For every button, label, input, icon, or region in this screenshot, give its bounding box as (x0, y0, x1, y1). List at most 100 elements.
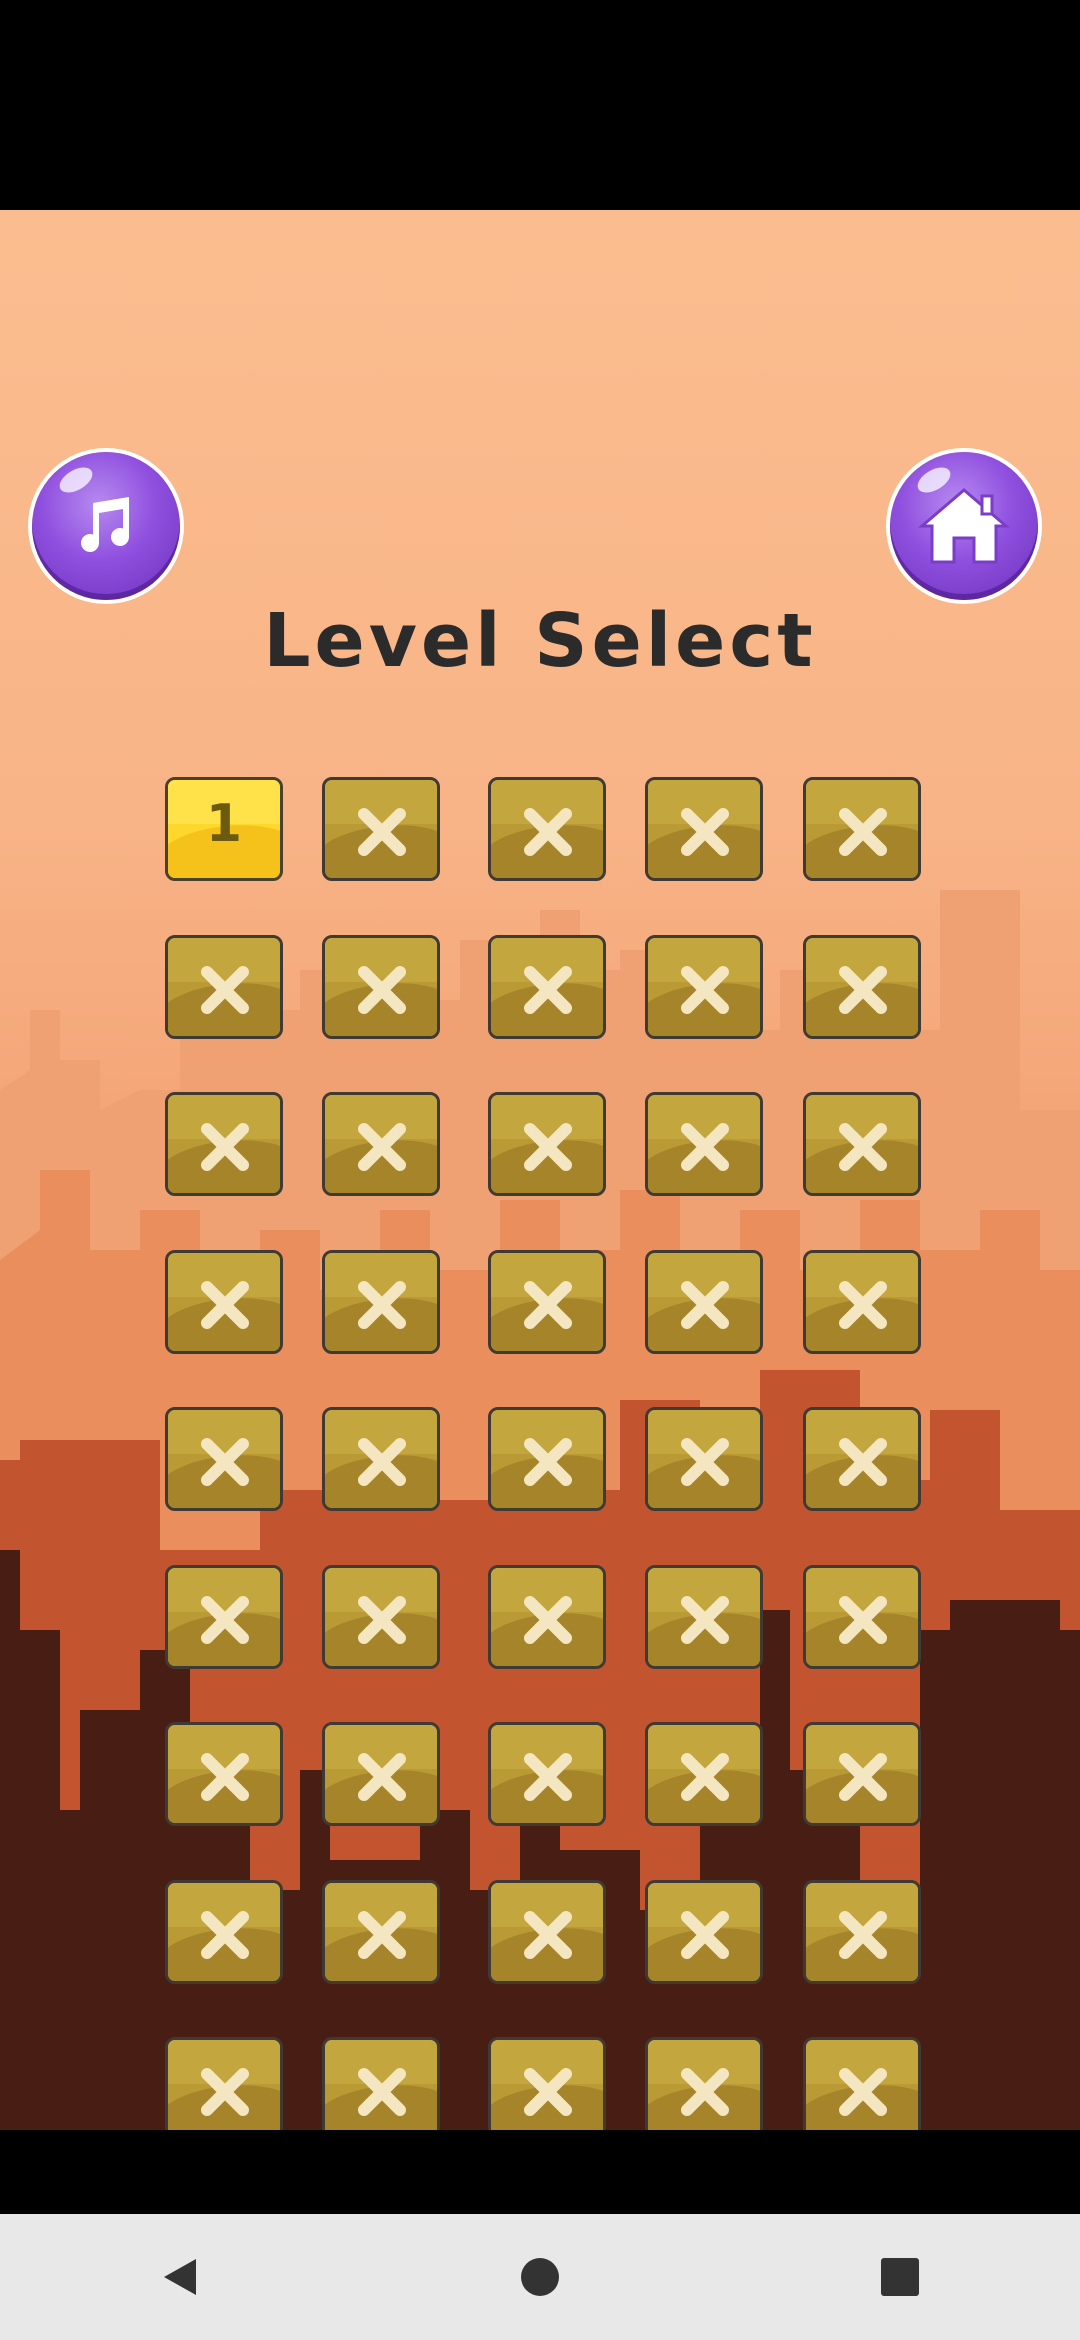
locked-x-icon (839, 966, 887, 1014)
locked-x-icon (201, 2068, 249, 2116)
locked-x-icon (681, 1911, 729, 1959)
level-tile-locked[interactable] (645, 1722, 763, 1826)
level-tile-locked[interactable] (803, 1250, 921, 1354)
locked-x-icon (839, 1281, 887, 1329)
level-tile-locked[interactable] (165, 1250, 283, 1354)
music-toggle-button[interactable] (32, 452, 180, 600)
level-tile-locked[interactable] (803, 1880, 921, 1984)
level-tile-locked[interactable] (165, 1565, 283, 1669)
nav-back-button[interactable] (120, 2232, 240, 2322)
locked-x-icon (681, 1438, 729, 1486)
locked-x-icon (839, 1911, 887, 1959)
level-tile-locked[interactable] (645, 1565, 763, 1669)
locked-x-icon (839, 1438, 887, 1486)
locked-x-icon (524, 1596, 572, 1644)
music-note-icon (81, 497, 129, 552)
level-number: 1 (205, 794, 243, 854)
locked-x-icon (201, 1753, 249, 1801)
level-tile-locked[interactable] (322, 1250, 440, 1354)
home-button[interactable] (890, 452, 1038, 600)
letterbox (0, 2130, 1080, 2214)
level-tile-locked[interactable] (645, 935, 763, 1039)
system-navigation-bar (0, 2214, 1080, 2340)
level-tile-locked[interactable] (488, 935, 606, 1039)
level-tile-locked[interactable] (645, 1250, 763, 1354)
level-tile-locked[interactable] (322, 777, 440, 881)
status-bar (0, 0, 1080, 210)
locked-x-icon (201, 1123, 249, 1171)
locked-x-icon (358, 1753, 406, 1801)
page-title: Level Select (263, 598, 817, 684)
level-tile-locked[interactable] (322, 1565, 440, 1669)
locked-x-icon (524, 966, 572, 1014)
level-tile-locked[interactable] (165, 1880, 283, 1984)
locked-x-icon (839, 1753, 887, 1801)
locked-x-icon (201, 966, 249, 1014)
locked-x-icon (681, 808, 729, 856)
locked-x-icon (681, 1753, 729, 1801)
level-tile-locked[interactable] (322, 2037, 440, 2130)
locked-x-icon (358, 1911, 406, 1959)
locked-x-icon (681, 966, 729, 1014)
locked-x-icon (681, 1123, 729, 1171)
locked-x-icon (681, 2068, 729, 2116)
locked-x-icon (839, 1123, 887, 1171)
locked-x-icon (524, 1911, 572, 1959)
level-tile-locked[interactable] (488, 1407, 606, 1511)
level-tile-locked[interactable] (165, 1092, 283, 1196)
level-tile-locked[interactable] (322, 1722, 440, 1826)
locked-x-icon (524, 1123, 572, 1171)
home-icon (918, 488, 1010, 564)
locked-x-icon (358, 808, 406, 856)
locked-x-icon (201, 1596, 249, 1644)
locked-x-icon (524, 1281, 572, 1329)
back-triangle-icon (164, 2259, 196, 2295)
level-tile-locked[interactable] (803, 777, 921, 881)
locked-x-icon (201, 1281, 249, 1329)
level-tile-locked[interactable] (488, 2037, 606, 2130)
level-tile-locked[interactable] (488, 1092, 606, 1196)
level-tile-locked[interactable] (488, 1722, 606, 1826)
locked-x-icon (839, 2068, 887, 2116)
level-tile-locked[interactable] (803, 1565, 921, 1669)
locked-x-icon (358, 1123, 406, 1171)
locked-x-icon (681, 1596, 729, 1644)
level-tile-locked[interactable] (488, 1565, 606, 1669)
level-tile-locked[interactable] (488, 1880, 606, 1984)
level-tile-locked[interactable] (165, 935, 283, 1039)
locked-x-icon (358, 2068, 406, 2116)
nav-recents-button[interactable] (840, 2232, 960, 2322)
level-tile-locked[interactable] (803, 2037, 921, 2130)
level-tile-locked[interactable] (165, 1407, 283, 1511)
locked-x-icon (524, 2068, 572, 2116)
locked-x-icon (358, 1281, 406, 1329)
level-tile-locked[interactable] (322, 935, 440, 1039)
level-tile-locked[interactable] (803, 1092, 921, 1196)
locked-x-icon (839, 1596, 887, 1644)
locked-x-icon (201, 1438, 249, 1486)
nav-home-button[interactable] (480, 2232, 600, 2322)
level-tile-locked[interactable] (645, 1880, 763, 1984)
level-tile-locked[interactable] (645, 1407, 763, 1511)
locked-x-icon (358, 966, 406, 1014)
locked-x-icon (524, 1753, 572, 1801)
level-tile-locked[interactable] (803, 1407, 921, 1511)
recents-square-icon (881, 2258, 919, 2296)
locked-x-icon (358, 1596, 406, 1644)
level-tile-locked[interactable] (803, 1722, 921, 1826)
level-tile-locked[interactable] (645, 777, 763, 881)
level-tile-locked[interactable] (488, 777, 606, 881)
level-tile-locked[interactable] (488, 1250, 606, 1354)
locked-x-icon (524, 808, 572, 856)
level-tile-locked[interactable] (322, 1407, 440, 1511)
locked-x-icon (681, 1281, 729, 1329)
level-tile-locked[interactable] (165, 2037, 283, 2130)
level-tile-locked[interactable] (322, 1092, 440, 1196)
level-tile-locked[interactable] (645, 2037, 763, 2130)
level-tile-locked[interactable] (645, 1092, 763, 1196)
level-tile-unlocked[interactable]: 1 (165, 777, 283, 881)
level-tile-locked[interactable] (165, 1722, 283, 1826)
level-tile-locked[interactable] (803, 935, 921, 1039)
level-tile-locked[interactable] (322, 1880, 440, 1984)
game-screen: Level Select 1 (0, 210, 1080, 2130)
